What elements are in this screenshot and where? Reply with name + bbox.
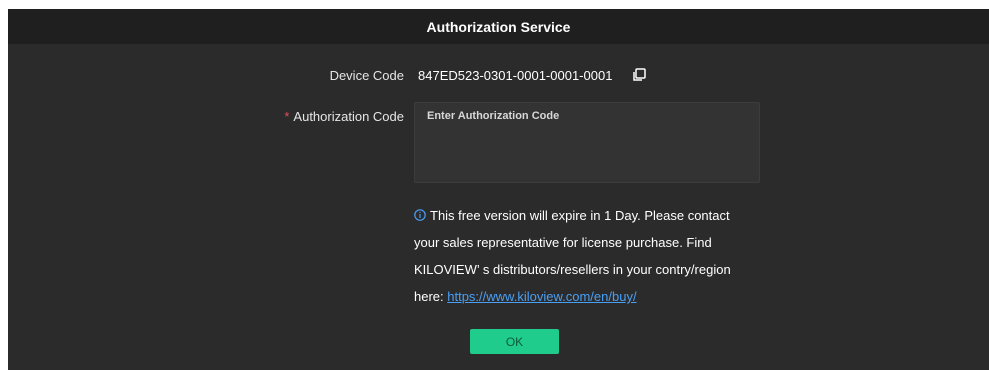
device-code-label: Device Code [329,68,404,83]
notice-line-2: your sales representative for license pu… [414,235,712,250]
device-code-value: 847ED523-0301-0001-0001-0001 [418,68,613,83]
required-mark: * [284,109,290,124]
license-notice: This free version will expire in 1 Day. … [414,202,774,310]
notice-line-3: KILOVIEW’ s distributors/resellers in yo… [414,262,731,277]
dialog-title-bar: Authorization Service [8,9,989,44]
notice-line-1: This free version will expire in 1 Day. … [414,202,774,229]
info-icon [414,209,426,221]
ok-button[interactable]: OK [470,329,559,354]
authorization-code-input[interactable] [414,102,760,183]
authorization-code-label: * Authorization Code [104,109,404,124]
authorization-dialog: Authorization Service Device Code 847ED5… [8,9,989,370]
dialog-title: Authorization Service [426,18,571,35]
copy-icon[interactable] [631,67,647,83]
authorization-code-label-text: Authorization Code [293,109,404,124]
notice-text-1: This free version will expire in 1 Day. … [430,208,730,223]
notice-text-4: here: [414,289,448,304]
notice-line-4: here: https://www.kiloview.com/en/buy/ [414,283,774,310]
kiloview-buy-link[interactable]: https://www.kiloview.com/en/buy/ [447,289,636,304]
